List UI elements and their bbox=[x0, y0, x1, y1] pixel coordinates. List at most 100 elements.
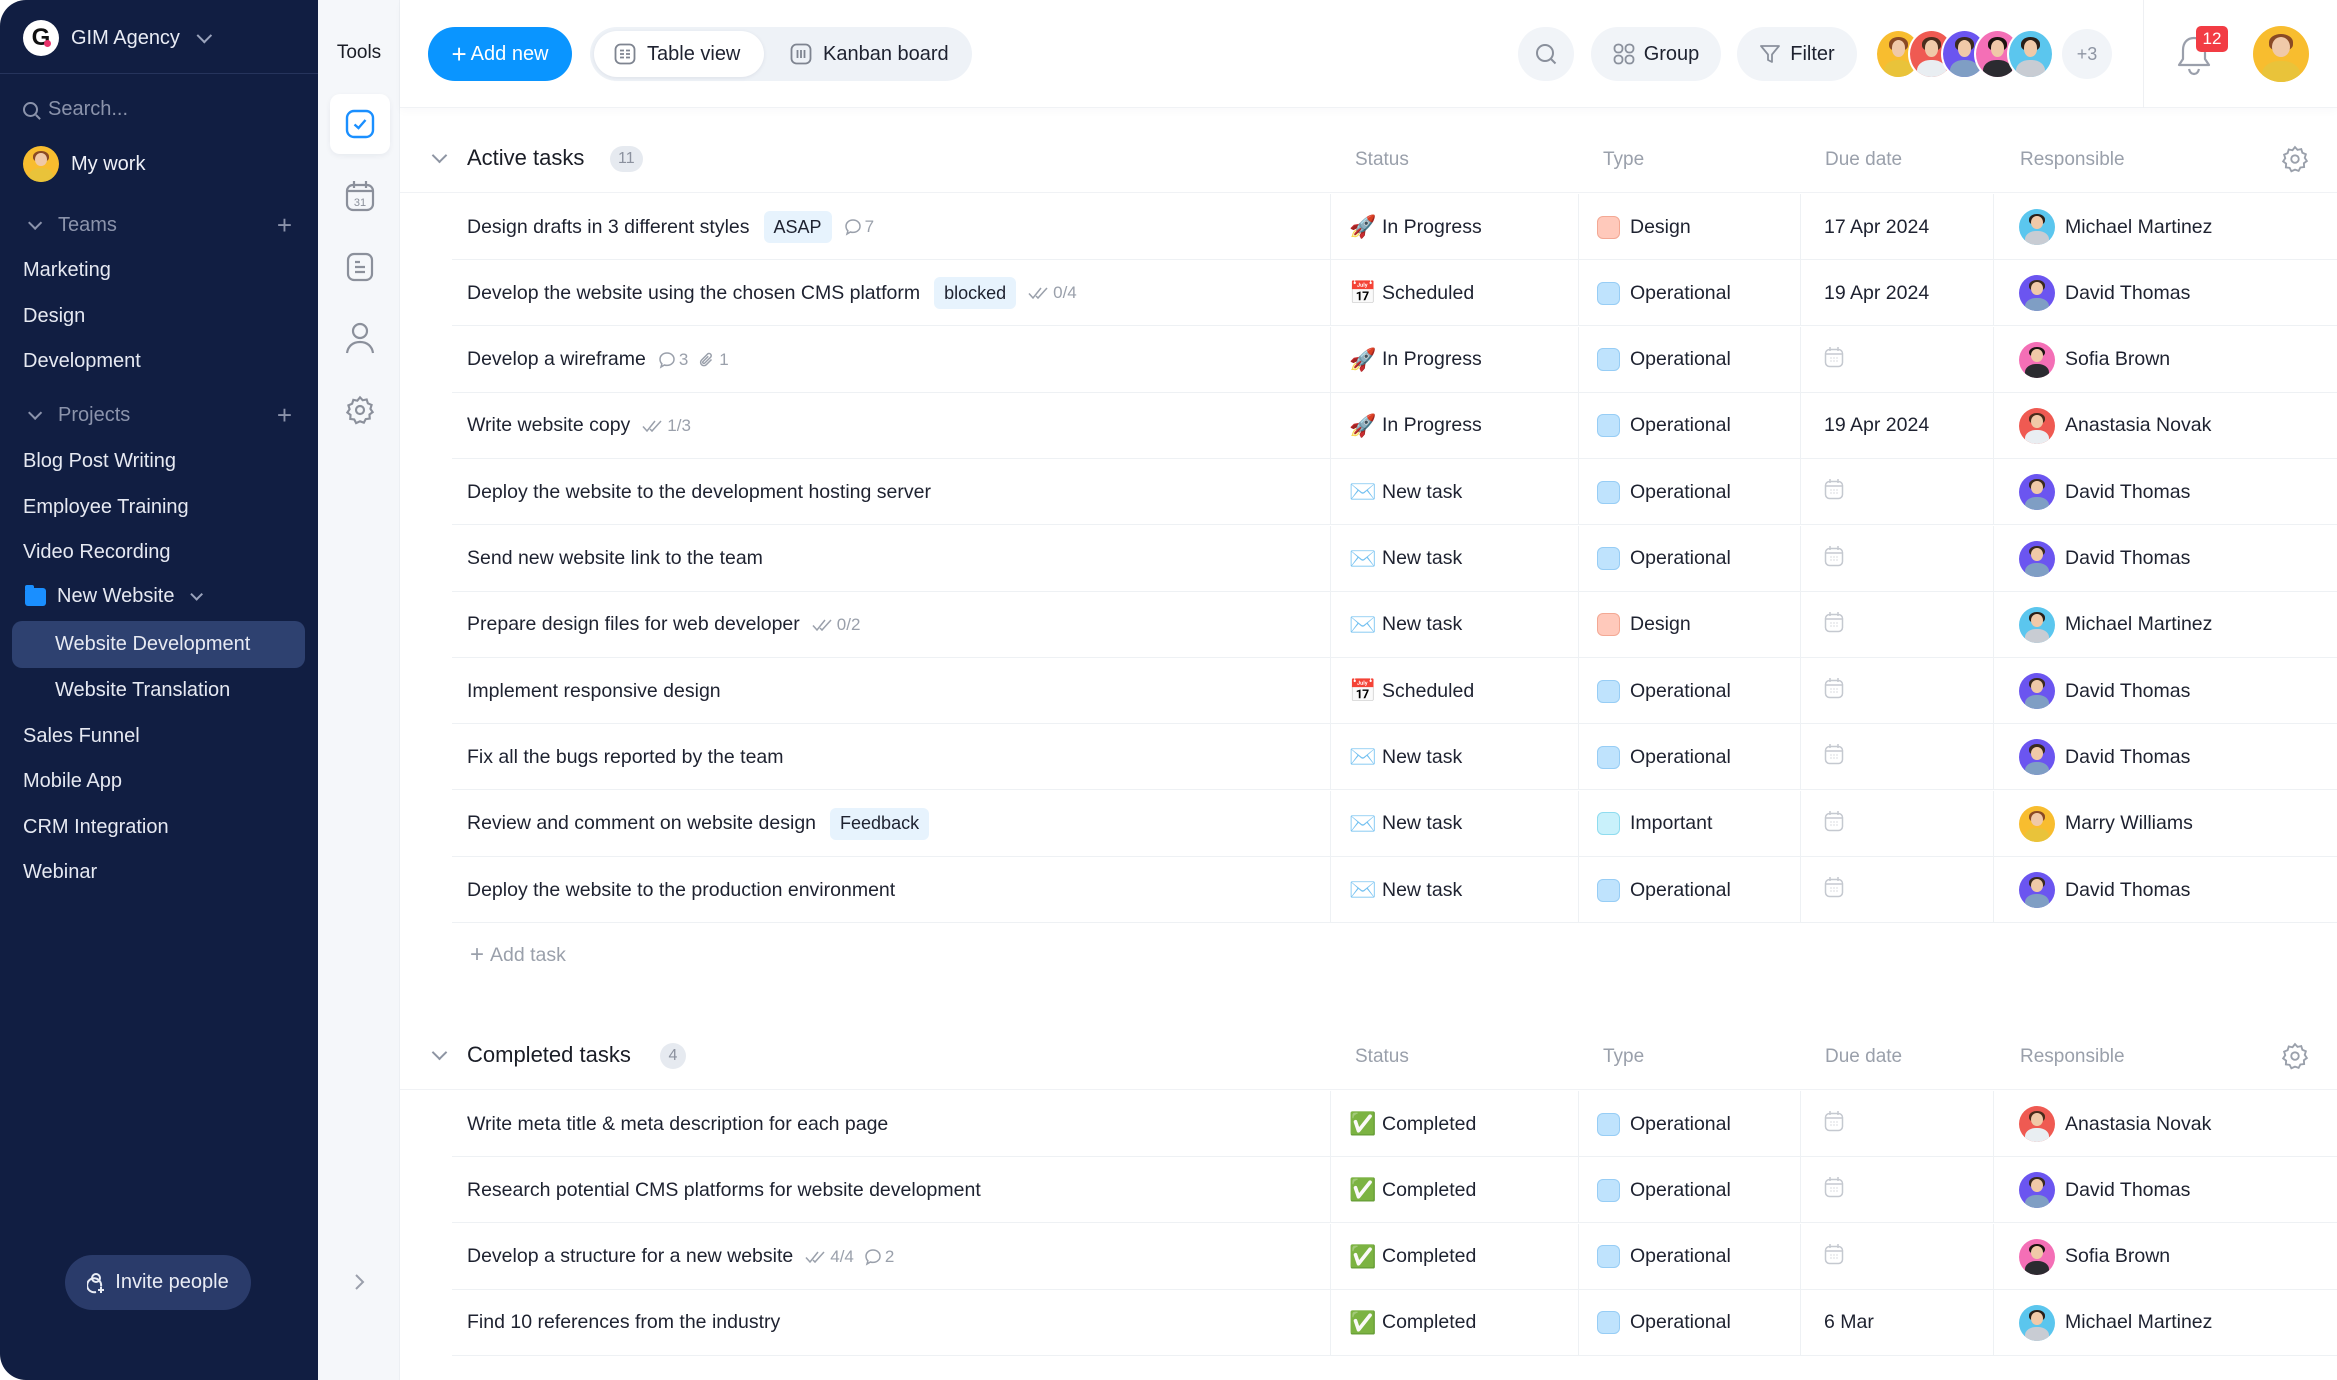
more-members-button[interactable]: +3 bbox=[2062, 29, 2112, 79]
table-row[interactable]: Send new website link to the team ✉️ New t… bbox=[452, 525, 2337, 592]
task-title-cell[interactable]: Develop the website using the chosen CMS… bbox=[467, 260, 1077, 326]
due-date-cell[interactable]: 6 Mar bbox=[1800, 1289, 1993, 1356]
due-date-cell[interactable]: 19 Apr 2024 bbox=[1800, 260, 1993, 327]
table-row[interactable]: Deploy the website to the production env… bbox=[452, 857, 2337, 923]
task-title[interactable]: Design drafts in 3 different styles bbox=[467, 216, 750, 239]
task-title-cell[interactable]: Write website copy 1/3 bbox=[467, 393, 691, 459]
due-date-cell[interactable] bbox=[1800, 724, 1993, 791]
type-cell[interactable]: Operational bbox=[1578, 724, 1800, 791]
column-header-status[interactable]: Status bbox=[1355, 1046, 1409, 1068]
task-title-cell[interactable]: Design drafts in 3 different styles ASAP 7 bbox=[467, 194, 874, 260]
task-title[interactable]: Develop the website using the chosen CMS… bbox=[467, 282, 920, 305]
invite-people-button[interactable]: Invite people bbox=[65, 1255, 251, 1310]
status-cell[interactable]: 🚀 In Progress bbox=[1330, 194, 1578, 260]
due-date-cell[interactable]: 17 Apr 2024 bbox=[1800, 194, 1993, 260]
table-row[interactable]: Write website copy 1/3 🚀 In Progress Operati… bbox=[452, 392, 2337, 459]
filter-button[interactable]: Filter bbox=[1737, 27, 1857, 81]
table-row[interactable]: Implement responsive design 📅 Scheduled Ope… bbox=[452, 658, 2337, 725]
column-header-due-date[interactable]: Due date bbox=[1825, 1046, 1902, 1068]
task-title[interactable]: Deploy the website to the production env… bbox=[467, 879, 895, 902]
column-header-status[interactable]: Status bbox=[1355, 149, 1409, 171]
due-date-cell[interactable] bbox=[1800, 1157, 1993, 1224]
status-cell[interactable]: 📅 Scheduled bbox=[1330, 658, 1578, 725]
sidebar-item-website-development[interactable]: Website Development bbox=[55, 629, 250, 659]
type-cell[interactable]: Design bbox=[1578, 194, 1800, 260]
status-cell[interactable]: 🚀 In Progress bbox=[1330, 326, 1578, 393]
table-row[interactable]: Deploy the website to the development ho… bbox=[452, 459, 2337, 526]
task-title-cell[interactable]: Develop a wireframe 3 1 bbox=[467, 327, 729, 393]
sidebar-item-marketing[interactable]: Marketing bbox=[23, 255, 111, 285]
responsible-cell[interactable]: Anastasia Novak bbox=[1993, 1091, 2337, 1157]
sidebar-item-blog-post-writing[interactable]: Blog Post Writing bbox=[23, 446, 176, 476]
type-cell[interactable]: Design bbox=[1578, 591, 1800, 658]
due-date-cell[interactable] bbox=[1800, 790, 1993, 857]
status-cell[interactable]: 🚀 In Progress bbox=[1330, 392, 1578, 459]
task-title-cell[interactable]: Develop a structure for a new website 4/4… bbox=[467, 1224, 894, 1290]
task-title-cell[interactable]: Send new website link to the team bbox=[467, 526, 763, 592]
task-title[interactable]: Review and comment on website design bbox=[467, 812, 816, 835]
status-cell[interactable]: ✅ Completed bbox=[1330, 1289, 1578, 1356]
responsible-cell[interactable]: Anastasia Novak bbox=[1993, 392, 2337, 459]
status-cell[interactable]: ✅ Completed bbox=[1330, 1157, 1578, 1224]
chevron-down-icon[interactable] bbox=[431, 147, 448, 164]
table-row[interactable]: Fix all the bugs reported by the team ✉️ N… bbox=[452, 724, 2337, 791]
task-title[interactable]: Research potential CMS platforms for web… bbox=[467, 1179, 981, 1202]
table-row[interactable]: Develop a structure for a new website 4/4… bbox=[452, 1223, 2337, 1290]
task-tag[interactable]: Feedback bbox=[830, 807, 930, 840]
add-task-button[interactable]: + Add task bbox=[470, 941, 566, 969]
table-row[interactable]: Review and comment on website design Feed… bbox=[452, 790, 2337, 857]
task-title-cell[interactable]: Implement responsive design bbox=[467, 658, 721, 724]
responsible-cell[interactable]: Michael Martinez bbox=[1993, 1289, 2337, 1356]
table-row[interactable]: Find 10 references from the industry ✅ Com… bbox=[452, 1289, 2337, 1356]
table-row[interactable]: Develop the website using the chosen CMS… bbox=[452, 260, 2337, 327]
task-title-cell[interactable]: Research potential CMS platforms for web… bbox=[467, 1157, 981, 1223]
column-header-responsible[interactable]: Responsible bbox=[2020, 149, 2125, 171]
type-cell[interactable]: Important bbox=[1578, 790, 1800, 857]
type-cell[interactable]: Operational bbox=[1578, 1223, 1800, 1290]
column-header-type[interactable]: Type bbox=[1603, 1046, 1644, 1068]
task-title-cell[interactable]: Review and comment on website design Feed… bbox=[467, 791, 930, 857]
task-tag[interactable]: blocked bbox=[934, 277, 1017, 310]
due-date-cell[interactable] bbox=[1800, 857, 1993, 923]
task-title-cell[interactable]: Write meta title & meta description for … bbox=[467, 1091, 888, 1157]
due-date-cell[interactable] bbox=[1800, 591, 1993, 658]
tool-tasks-button[interactable] bbox=[330, 94, 390, 154]
status-cell[interactable]: ✅ Completed bbox=[1330, 1223, 1578, 1290]
task-title-cell[interactable]: Deploy the website to the development ho… bbox=[467, 459, 931, 525]
type-cell[interactable]: Operational bbox=[1578, 392, 1800, 459]
responsible-cell[interactable]: David Thomas bbox=[1993, 459, 2337, 526]
task-title[interactable]: Find 10 references from the industry bbox=[467, 1311, 780, 1334]
sidebar-item-video-recording[interactable]: Video Recording bbox=[23, 537, 171, 567]
sidebar-search[interactable]: Search... bbox=[23, 98, 128, 121]
type-cell[interactable]: Operational bbox=[1578, 1289, 1800, 1356]
teams-section-header[interactable]: Teams + bbox=[26, 212, 292, 238]
responsible-cell[interactable]: Sofia Brown bbox=[1993, 326, 2337, 393]
due-date-cell[interactable] bbox=[1800, 459, 1993, 526]
status-cell[interactable]: ✉️ New task bbox=[1330, 790, 1578, 857]
sidebar-item-design[interactable]: Design bbox=[23, 301, 85, 331]
due-date-cell[interactable] bbox=[1800, 1091, 1993, 1157]
status-cell[interactable]: ✉️ New task bbox=[1330, 857, 1578, 923]
type-cell[interactable]: Operational bbox=[1578, 658, 1800, 725]
sidebar-item-sales-funnel[interactable]: Sales Funnel bbox=[23, 721, 140, 751]
column-header-type[interactable]: Type bbox=[1603, 149, 1644, 171]
sidebar-item-my-work[interactable]: My work bbox=[23, 146, 145, 182]
type-cell[interactable]: Operational bbox=[1578, 459, 1800, 526]
sidebar-item-development[interactable]: Development bbox=[23, 346, 141, 376]
status-cell[interactable]: ✅ Completed bbox=[1330, 1091, 1578, 1157]
responsible-cell[interactable]: Sofia Brown bbox=[1993, 1223, 2337, 1290]
responsible-cell[interactable]: David Thomas bbox=[1993, 857, 2337, 923]
add-team-button[interactable]: + bbox=[277, 212, 292, 238]
column-header-responsible[interactable]: Responsible bbox=[2020, 1046, 2125, 1068]
add-new-button[interactable]: + Add new bbox=[428, 27, 572, 81]
status-cell[interactable]: 📅 Scheduled bbox=[1330, 260, 1578, 327]
type-cell[interactable]: Operational bbox=[1578, 326, 1800, 393]
tab-kanban-board[interactable]: Kanban board bbox=[770, 31, 967, 77]
type-cell[interactable]: Operational bbox=[1578, 260, 1800, 327]
sidebar-folder-new-website[interactable]: New Website bbox=[25, 584, 204, 608]
task-title[interactable]: Write meta title & meta description for … bbox=[467, 1113, 888, 1136]
task-title[interactable]: Fix all the bugs reported by the team bbox=[467, 746, 784, 769]
workspace-switcher[interactable]: G GIM Agency bbox=[23, 20, 213, 56]
type-cell[interactable]: Operational bbox=[1578, 1091, 1800, 1157]
add-project-button[interactable]: + bbox=[277, 402, 292, 428]
